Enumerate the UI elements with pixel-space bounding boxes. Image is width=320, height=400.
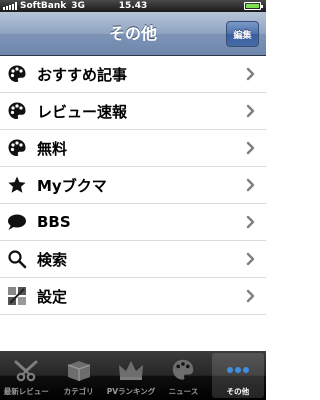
tab-label: カテゴリ [63,387,94,396]
chevron-right-icon [246,67,255,81]
chevron-right-icon [246,289,255,303]
navigation-bar: その他 編集 [0,12,266,56]
more-dots-icon [222,355,254,385]
crown-icon [115,355,147,385]
palette-icon [6,137,28,159]
menu-item-review-news[interactable]: レビュー速報 [0,93,266,130]
menu-item-label: 設定 [37,287,68,306]
battery-icon [244,2,263,10]
chevron-right-icon [246,252,255,266]
tab-news[interactable]: ニュース [157,351,209,400]
star-icon [6,174,28,196]
menu-item-recommended[interactable]: おすすめ記事 [0,56,266,93]
tab-label: PVランキング [106,387,156,396]
magnifier-icon [6,248,28,270]
settings-tiles-icon [6,285,28,307]
menu-item-free[interactable]: 無料 [0,130,266,167]
chevron-right-icon [246,104,255,118]
menu-item-my-bookmarks[interactable]: Myブクマ [0,167,266,204]
status-time: 15.43 [118,1,148,11]
tab-more[interactable]: その他 [211,353,265,398]
menu-item-label: 無料 [37,139,68,158]
menu-item-label: 検索 [37,250,68,269]
status-bar: SoftBank 3G 15.43 [0,0,266,12]
chevron-right-icon [246,215,255,229]
menu-item-label: BBS [37,213,71,231]
edit-button[interactable]: 編集 [226,21,259,47]
palette-icon [167,355,199,385]
menu-item-label: レビュー速報 [37,102,128,121]
box-icon [63,355,95,385]
palette-icon [6,100,28,122]
menu-list: おすすめ記事 レビュー速報 無料 Myブクマ BBS 検索 設定 [0,56,266,315]
menu-item-search[interactable]: 検索 [0,241,266,278]
chevron-right-icon [246,141,255,155]
tab-pv-ranking[interactable]: PVランキング [105,351,157,400]
tab-label: 最新レビュー [3,387,49,396]
tab-bar: 最新レビュー カテゴリ PVランキング ニュース その他 [0,351,266,400]
tab-categories[interactable]: カテゴリ [52,351,104,400]
menu-item-settings[interactable]: 設定 [0,278,266,315]
menu-item-label: Myブクマ [37,176,107,195]
scissors-icon [10,355,42,385]
speech-bubble-icon [6,211,28,233]
tab-label: その他 [226,387,250,396]
palette-icon [6,63,28,85]
tab-latest-reviews[interactable]: 最新レビュー [0,351,52,400]
menu-item-bbs[interactable]: BBS [0,204,266,241]
menu-item-label: おすすめ記事 [37,65,128,84]
tab-label: ニュース [168,387,199,396]
chevron-right-icon [246,178,255,192]
